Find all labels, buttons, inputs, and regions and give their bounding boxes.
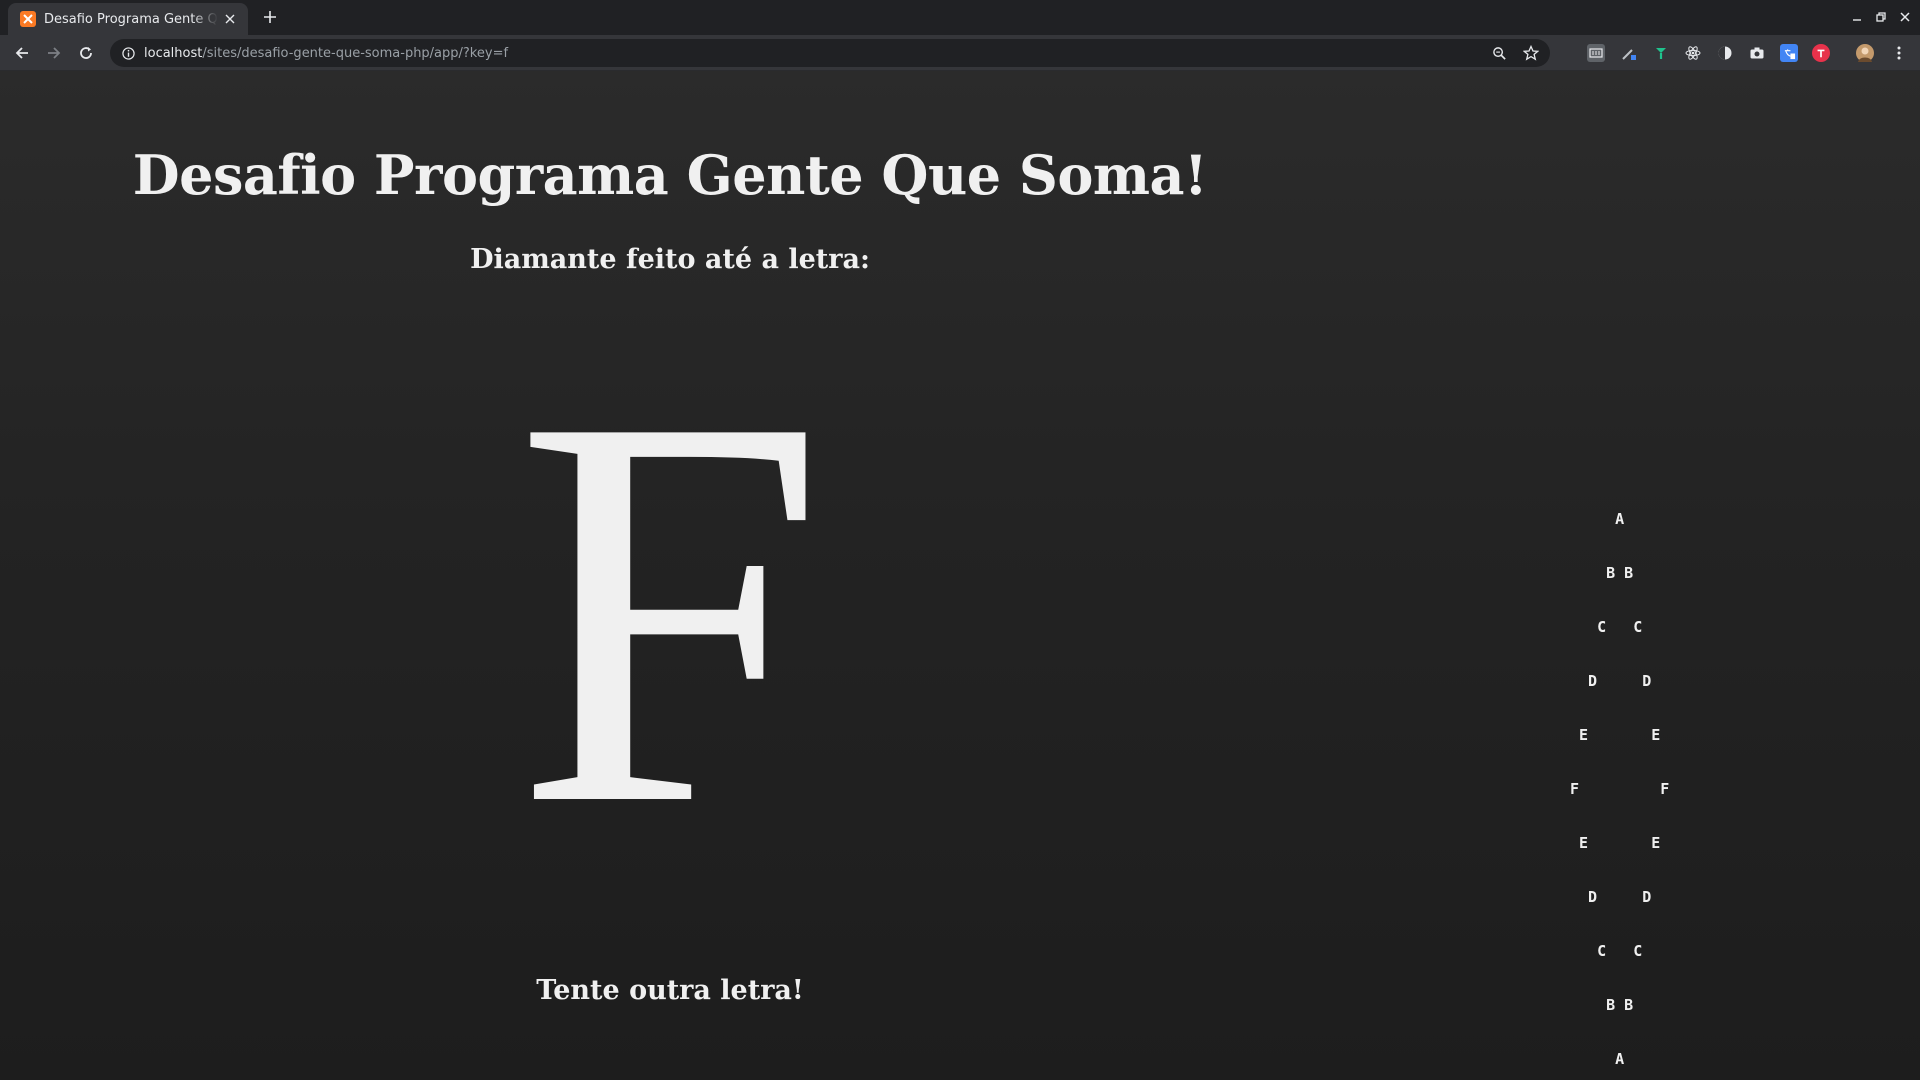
url-host: localhost xyxy=(144,45,203,61)
selected-letter: F xyxy=(514,301,826,921)
subtitle: Diamante feito até a letra: xyxy=(470,244,870,275)
url-text[interactable]: localhost/sites/desafio-gente-que-soma-p… xyxy=(144,46,508,61)
profile-avatar-icon[interactable] xyxy=(1856,44,1874,62)
browser-toolbar: localhost/sites/desafio-gente-que-soma-p… xyxy=(0,35,1920,71)
site-info-icon[interactable] xyxy=(120,45,136,61)
try-another-letter-link[interactable]: Tente outra letra! xyxy=(0,975,1340,1006)
diamond-output: A B B C C D D E E F F E E D D C C B B A xyxy=(1570,474,1690,1080)
browser-tab[interactable]: Desafio Programa Gente Que Soma! xyxy=(8,3,248,35)
xampp-favicon-icon xyxy=(20,11,36,27)
page-title: Desafio Programa Gente Que Soma! xyxy=(132,143,1208,207)
omnibox-actions xyxy=(1490,44,1540,62)
extension-green-icon[interactable] xyxy=(1652,44,1670,62)
diamond-row: E E xyxy=(1570,834,1661,852)
diamond-row: A xyxy=(1570,1050,1625,1068)
restore-icon[interactable] xyxy=(1872,8,1890,26)
diamond-row: B B xyxy=(1570,564,1634,582)
diamond-row: E E xyxy=(1570,726,1661,744)
minimize-icon[interactable] xyxy=(1848,8,1866,26)
menu-kebab-icon[interactable] xyxy=(1890,44,1908,62)
page-content: Desafio Programa Gente Que Soma! Diamant… xyxy=(0,71,1920,1080)
diamond-row: A xyxy=(1570,510,1625,528)
translate-icon[interactable] xyxy=(1780,44,1798,62)
dark-mode-icon[interactable] xyxy=(1716,44,1734,62)
tab-strip: Desafio Programa Gente Que Soma! xyxy=(0,0,1920,35)
diamond-row: C C xyxy=(1570,942,1643,960)
zoom-icon[interactable] xyxy=(1490,44,1508,62)
react-devtools-icon[interactable] xyxy=(1684,44,1702,62)
close-window-icon[interactable] xyxy=(1896,8,1914,26)
extension-pen-icon[interactable] xyxy=(1620,44,1638,62)
diamond-row: D D xyxy=(1570,672,1652,690)
extension-grid-icon[interactable] xyxy=(1587,44,1605,62)
camera-icon[interactable] xyxy=(1748,44,1766,62)
address-bar[interactable]: localhost/sites/desafio-gente-que-soma-p… xyxy=(110,39,1550,67)
bookmark-star-icon[interactable] xyxy=(1522,44,1540,62)
diamond-row: B B xyxy=(1570,996,1634,1014)
diamond-row: C C xyxy=(1570,618,1643,636)
close-icon[interactable] xyxy=(222,11,238,27)
url-path: /sites/desafio-gente-que-soma-php/app/?k… xyxy=(202,45,509,61)
forward-arrow-icon[interactable] xyxy=(44,43,64,63)
reload-icon[interactable] xyxy=(76,43,96,63)
diamond-row: F F xyxy=(1570,780,1670,798)
new-tab-icon[interactable] xyxy=(260,7,280,27)
tab-title: Desafio Programa Gente Que Soma! xyxy=(44,11,218,27)
diamond-row: D D xyxy=(1570,888,1652,906)
extension-red-icon[interactable] xyxy=(1812,44,1830,62)
back-arrow-icon[interactable] xyxy=(12,43,32,63)
